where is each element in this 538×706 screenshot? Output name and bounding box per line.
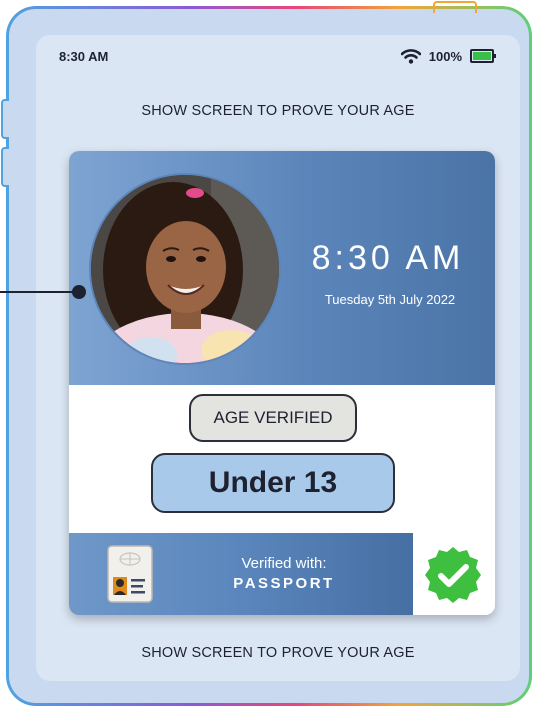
verified-check-area (413, 533, 495, 615)
card-date: Tuesday 5th July 2022 (324, 292, 456, 307)
profile-photo (89, 173, 281, 365)
phone-screen: 8:30 AM 100% SHOW SCREEN TO PROVE YOUR A… (36, 35, 520, 681)
annotation-pointer-line (0, 291, 77, 293)
age-verified-badge: AGE VERIFIED (189, 394, 357, 442)
age-verification-card: 8:30 AM Tuesday 5th July 2022 AGE VERIFI… (69, 151, 495, 615)
verification-footer: Verified with: PASSPORT (69, 533, 413, 615)
battery-percent: 100% (428, 48, 462, 64)
annotation-pointer-dot (72, 285, 86, 299)
device-frame: 8:30 AM 100% SHOW SCREEN TO PROVE YOUR A… (1, 1, 532, 706)
device-body: 8:30 AM 100% SHOW SCREEN TO PROVE YOUR A… (1, 1, 529, 703)
verified-with-label: Verified with: (241, 555, 327, 572)
device-top-button (433, 1, 477, 13)
banner-top: SHOW SCREEN TO PROVE YOUR AGE (141, 103, 415, 119)
age-group-badge: Under 13 (151, 453, 395, 513)
battery-icon (470, 49, 496, 63)
passport-icon (107, 545, 153, 603)
verified-check-icon (425, 547, 481, 603)
status-time: 8:30 AM (59, 48, 109, 64)
battery-level-fill (473, 52, 491, 60)
wifi-icon (400, 48, 421, 64)
device-side-button-1 (1, 99, 9, 139)
document-type: PASSPORT (233, 575, 335, 592)
banner-bottom: SHOW SCREEN TO PROVE YOUR AGE (141, 645, 415, 661)
status-bar: 8:30 AM 100% (59, 45, 496, 67)
device-side-button-2 (1, 147, 9, 187)
card-time: 8:30 AM (311, 239, 465, 277)
card-header: 8:30 AM Tuesday 5th July 2022 (69, 151, 495, 385)
status-indicators: 100% (400, 48, 496, 64)
